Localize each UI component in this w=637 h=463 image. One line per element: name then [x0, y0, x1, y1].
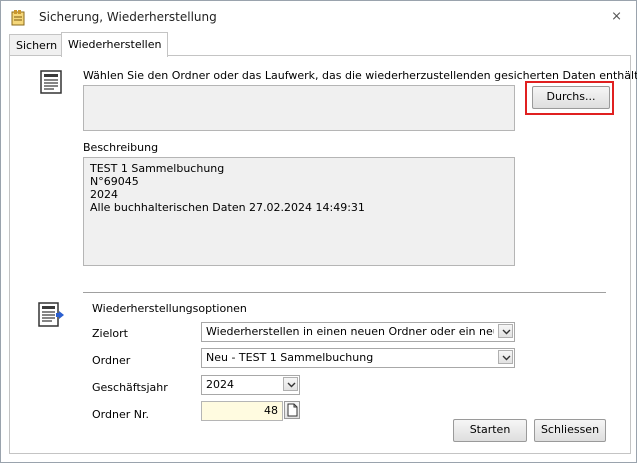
new-document-button[interactable]: [284, 401, 300, 419]
backup-path-field[interactable]: [83, 85, 515, 131]
tab-strip: Sichern Wiederherstellen: [9, 32, 629, 57]
ordner-nr-label: Ordner Nr.: [92, 408, 149, 421]
app-icon: [11, 10, 27, 26]
restore-panel: Wählen Sie den Ordner oder das Laufwerk,…: [9, 55, 637, 454]
chevron-down-icon: [502, 355, 511, 361]
zielort-value: Wiederherstellen in einen neuen Ordner o…: [206, 325, 494, 338]
geschaeftsjahr-select[interactable]: 2024: [201, 375, 300, 395]
zielort-dropdown-button[interactable]: [498, 324, 513, 338]
tab-wiederherstellen[interactable]: Wiederherstellen: [61, 32, 169, 57]
description-box: TEST 1 Sammelbuchung N°69045 2024 Alle b…: [83, 157, 515, 266]
ordner-select[interactable]: Neu - TEST 1 Sammelbuchung: [201, 348, 515, 368]
window-title: Sicherung, Wiederherstellung: [39, 10, 217, 24]
description-line: Alle buchhalterischen Daten 27.02.2024 1…: [90, 201, 365, 214]
description-label: Beschreibung: [83, 141, 159, 154]
close-icon[interactable]: ⨯: [611, 9, 622, 24]
description-line: N°69045: [90, 175, 139, 188]
ordner-dropdown-button[interactable]: [498, 350, 513, 364]
geschaeftsjahr-value: 2024: [206, 378, 234, 391]
ordner-value: Neu - TEST 1 Sammelbuchung: [206, 351, 374, 364]
geschaeftsjahr-label: Geschäftsjahr: [92, 381, 168, 394]
chevron-down-icon: [287, 382, 296, 388]
chevron-down-icon: [502, 329, 511, 335]
tab-sichern[interactable]: Sichern: [9, 34, 65, 56]
options-separator: [83, 292, 606, 293]
zielort-label: Zielort: [92, 327, 128, 340]
new-document-icon: [287, 403, 298, 417]
ordner-nr-input[interactable]: 48: [201, 401, 283, 421]
ordner-nr-value: 48: [264, 404, 278, 417]
document-list-icon: [40, 70, 62, 97]
options-document-icon: [38, 302, 68, 331]
description-line: TEST 1 Sammelbuchung: [90, 162, 225, 175]
title-bar: Sicherung, Wiederherstellung ⨯: [1, 1, 636, 34]
close-button[interactable]: Schliessen: [534, 419, 606, 442]
start-button[interactable]: Starten: [453, 419, 527, 442]
description-line: 2024: [90, 188, 118, 201]
zielort-select[interactable]: Wiederherstellen in einen neuen Ordner o…: [201, 322, 515, 342]
geschaeftsjahr-dropdown-button[interactable]: [283, 377, 298, 391]
options-heading: Wiederherstellungsoptionen: [92, 302, 247, 315]
dialog-window: Sicherung, Wiederherstellung ⨯ Sichern W…: [0, 0, 637, 463]
browse-button[interactable]: Durchs...: [532, 86, 610, 109]
ordner-label: Ordner: [92, 354, 131, 367]
